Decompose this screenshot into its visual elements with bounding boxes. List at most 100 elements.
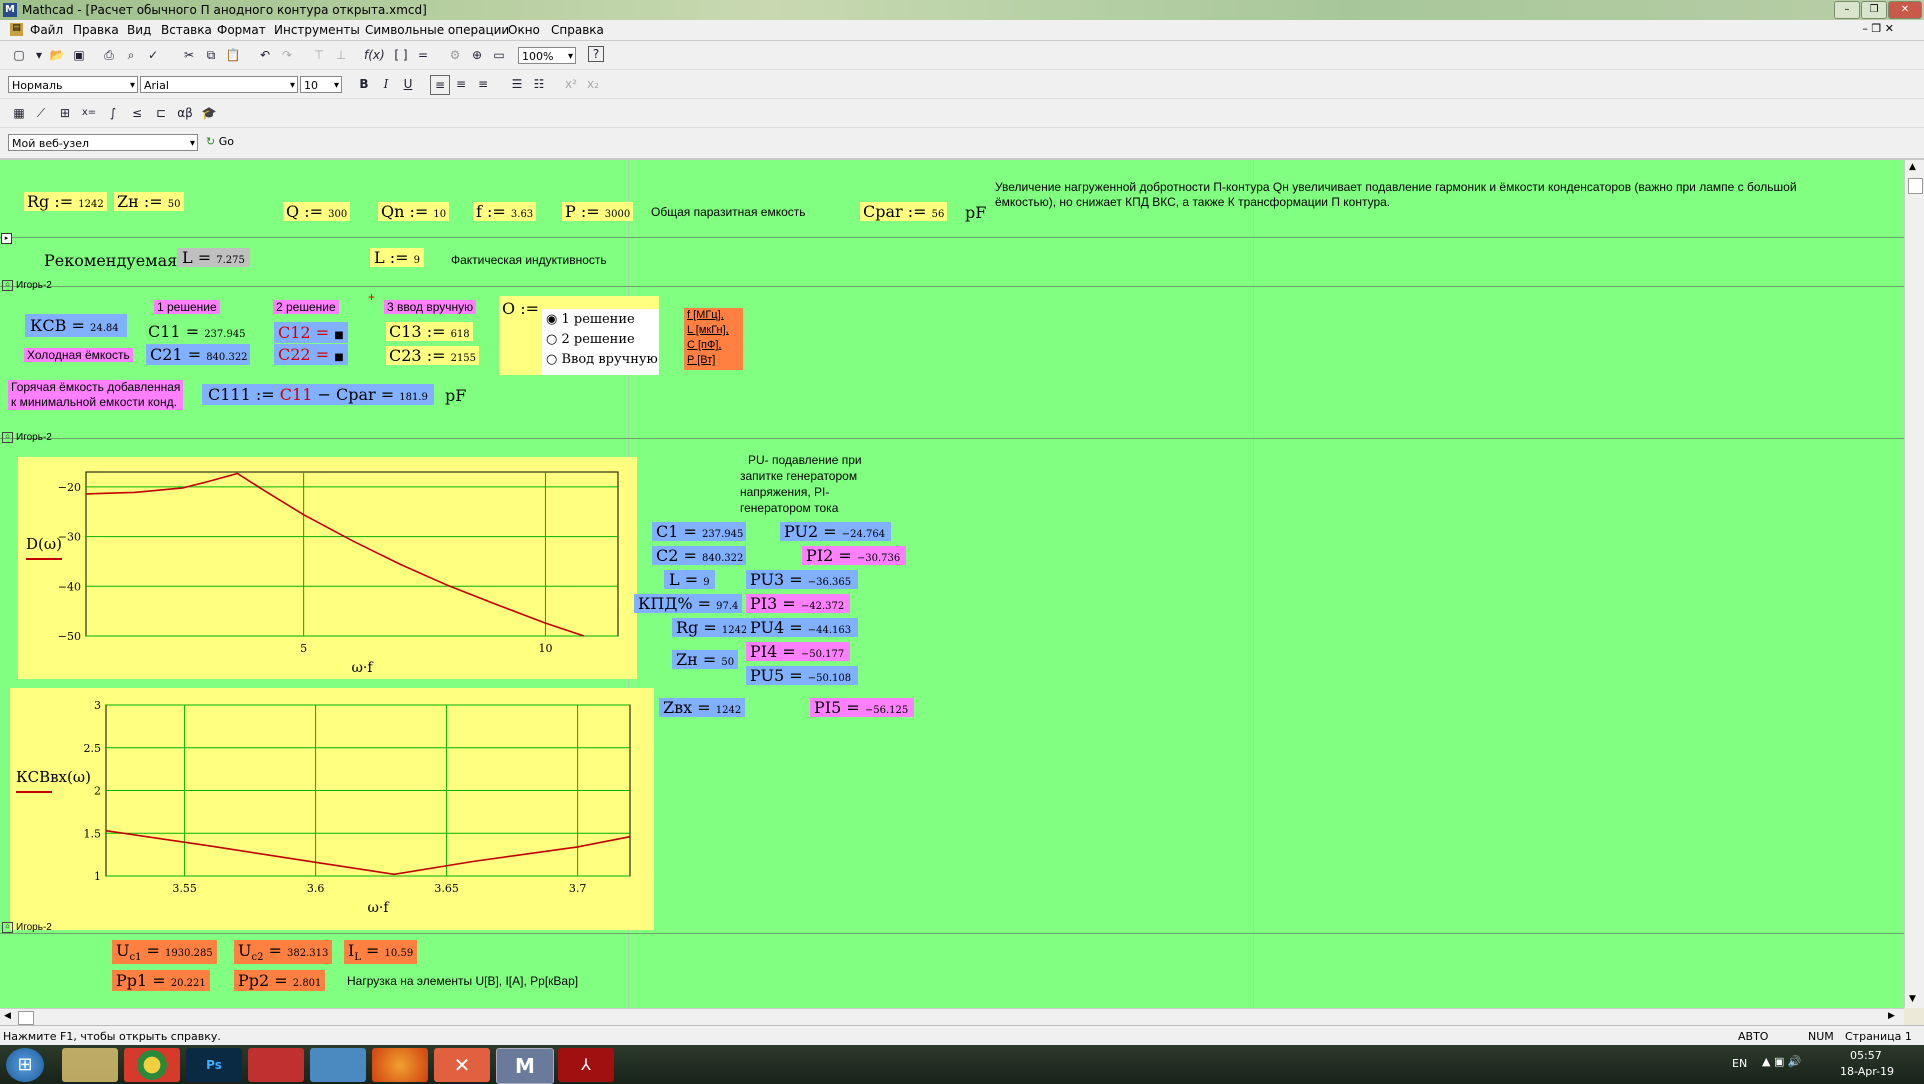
graph-icon[interactable]: ⟋	[32, 104, 50, 122]
font-select[interactable]: Arial	[140, 76, 298, 94]
zoom-select[interactable]: 100%	[518, 47, 576, 65]
tray-icons[interactable]: ▲ ▣ 🔊	[1762, 1055, 1802, 1068]
window-icon[interactable]: ▭	[490, 46, 508, 64]
cpar-definition[interactable]: Cpar := 56	[860, 202, 948, 221]
dropdown-icon[interactable]: ▾	[30, 46, 48, 64]
vertical-scrollbar[interactable]: ▲ ▼	[1904, 160, 1924, 1008]
insert-unit-icon[interactable]: [ ]	[392, 46, 410, 64]
open-icon[interactable]: 📂	[48, 46, 66, 64]
plot-d-omega[interactable]: 5 10 −20 −30 −40 −50 D(ω) ω·f	[18, 457, 637, 679]
chrome-taskbar-icon[interactable]	[124, 1048, 180, 1082]
resource-icon[interactable]: ⊕	[468, 46, 486, 64]
paste-icon[interactable]: 📋	[224, 46, 242, 64]
style-select[interactable]: Нормаль	[8, 76, 138, 94]
pi4-result[interactable]: PI4 = −50.177	[746, 642, 850, 661]
il-result[interactable]: IL = 10.59	[344, 940, 418, 965]
menu-format[interactable]: Формат	[217, 23, 266, 37]
photoshop-taskbar-icon[interactable]: Ps	[186, 1048, 242, 1082]
hscroll-thumb[interactable]	[18, 1011, 34, 1025]
actual-inductance-text[interactable]: Фактическая индуктивность	[451, 253, 607, 267]
c1-result[interactable]: C1 = 237.945	[652, 522, 746, 541]
l-result[interactable]: L = 9	[664, 570, 715, 589]
pu2-result[interactable]: PU2 = −24.764	[780, 522, 891, 541]
pi5-result[interactable]: PI5 = −56.125	[810, 698, 914, 717]
load-note[interactable]: Нагрузка на элементы U[В], I[А], Pp[кВар…	[347, 974, 578, 988]
start-button[interactable]: ⊞	[6, 1048, 44, 1082]
network-taskbar-icon[interactable]	[310, 1048, 366, 1082]
plot-ksv-omega[interactable]: 3.55 3.6 3.65 3.7 1 1.5 2 2.5 3 КСВвх(ω) ω·f	[10, 688, 654, 930]
calculator-icon[interactable]: ▦	[10, 104, 28, 122]
maximize-button[interactable]: ❐	[1861, 1, 1887, 19]
rg-definition[interactable]: Rg := 1242	[24, 192, 107, 211]
minimize-button[interactable]: –	[1834, 1, 1860, 19]
scroll-down-icon[interactable]: ▼	[1909, 994, 1916, 1004]
align-center-icon[interactable]: ≡	[452, 75, 470, 93]
new-icon[interactable]: ▢	[10, 46, 28, 64]
menu-help[interactable]: Справка	[551, 23, 604, 37]
quality-factor-note[interactable]: Увеличение нагруженной добротности П-кон…	[995, 180, 1815, 210]
symbolic-icon[interactable]: 🎓	[200, 104, 218, 122]
pp2-result[interactable]: Pp2 = 2.801	[234, 970, 326, 991]
qn-definition[interactable]: Qn := 10	[378, 202, 450, 221]
pu3-result[interactable]: PU3 = −36.365	[746, 570, 858, 589]
menu-insert[interactable]: Вставка	[161, 23, 212, 37]
worksheet[interactable]: Rg := 1242 Zн := 50 Q := 300 Qn := 10 f …	[0, 160, 1904, 1008]
zvx-result[interactable]: Zвх = 1242	[659, 698, 745, 717]
scroll-left-icon[interactable]: ◀	[4, 1011, 11, 1021]
print-icon[interactable]: ⎙	[100, 46, 118, 64]
parasitic-capacitance-text[interactable]: Общая паразитная емкость	[651, 205, 806, 219]
scroll-up-icon[interactable]: ▲	[1909, 162, 1916, 172]
save-icon[interactable]: ▣	[70, 46, 88, 64]
area-label[interactable]: ⌂ Игорь-2	[2, 922, 52, 933]
area-label[interactable]: ⌂ Игорь-2	[2, 432, 52, 443]
copy-icon[interactable]: ⧉	[202, 46, 220, 64]
uc1-result[interactable]: Uc1 = 1930.285	[112, 940, 217, 965]
c2-result[interactable]: C2 = 840.322	[652, 546, 746, 565]
align-icon[interactable]: ⊤	[310, 46, 328, 64]
close-button[interactable]: ✕	[1888, 1, 1922, 19]
zn-definition[interactable]: Zн := 50	[114, 192, 184, 211]
p-definition[interactable]: P := 3000	[562, 202, 634, 221]
reader-taskbar-icon[interactable]	[248, 1048, 304, 1082]
programming-icon[interactable]: ⊏	[152, 104, 170, 122]
menu-edit[interactable]: Правка	[73, 23, 119, 37]
pi2-result[interactable]: PI2 = −30.736	[802, 546, 906, 565]
uc2-result[interactable]: Uc2 = 382.313	[234, 940, 333, 965]
language-indicator[interactable]: EN	[1732, 1057, 1747, 1070]
kpd-result[interactable]: КПД% = 97.4	[634, 594, 743, 613]
subscript-icon[interactable]: x₂	[584, 75, 602, 93]
radio-solution-2[interactable]: ○ 2 решение	[546, 332, 635, 347]
document-icon[interactable]: ▤	[10, 23, 23, 36]
c21-result[interactable]: C21 = 840.322	[146, 344, 250, 365]
clock-time[interactable]: 05:57	[1850, 1049, 1882, 1062]
superscript-icon[interactable]: x²	[562, 75, 580, 93]
greek-icon[interactable]: αβ	[176, 104, 194, 122]
web-node-select[interactable]: Мой веб-узел	[8, 134, 198, 152]
pu5-result[interactable]: PU5 = −50.108	[746, 666, 858, 685]
menu-tools[interactable]: Инструменты	[274, 23, 360, 37]
clock-date[interactable]: 18-Apr-19	[1840, 1065, 1894, 1078]
calculate-icon[interactable]: =	[414, 46, 432, 64]
expand-area-icon[interactable]: ▸	[1, 233, 12, 244]
rg-result[interactable]: Rg = 1242	[672, 618, 752, 637]
go-button[interactable]: ↻ Go	[206, 135, 234, 148]
spellcheck-icon[interactable]: ✓	[144, 46, 162, 64]
font-size-select[interactable]: 10	[300, 76, 342, 94]
xmind-taskbar-icon[interactable]: ✕	[434, 1048, 490, 1082]
align-right-icon[interactable]: ≡	[474, 75, 492, 93]
scroll-right-icon[interactable]: ▶	[1888, 1011, 1895, 1021]
c111-definition[interactable]: C111 := C11 − Cpar = 181.9	[202, 384, 434, 405]
help-icon[interactable]: ?	[588, 46, 604, 62]
evaluation-icon[interactable]: x=	[80, 104, 98, 122]
suppression-note[interactable]: PU- подавление при запитке генератором н…	[740, 452, 862, 516]
menu-view[interactable]: Вид	[127, 23, 151, 37]
menu-window[interactable]: Окно	[508, 23, 540, 37]
l-definition[interactable]: L := 9	[370, 248, 424, 267]
matrix-icon[interactable]: ⊞	[56, 104, 74, 122]
align-left-icon[interactable]: ≡	[430, 75, 450, 95]
undo-icon[interactable]: ↶	[256, 46, 274, 64]
bold-icon[interactable]: B	[355, 75, 373, 93]
firefox-taskbar-icon[interactable]	[372, 1048, 428, 1082]
area-label[interactable]: ⌂ Игорь-2	[2, 280, 52, 291]
c22-result[interactable]: C22 = ■	[274, 344, 348, 365]
